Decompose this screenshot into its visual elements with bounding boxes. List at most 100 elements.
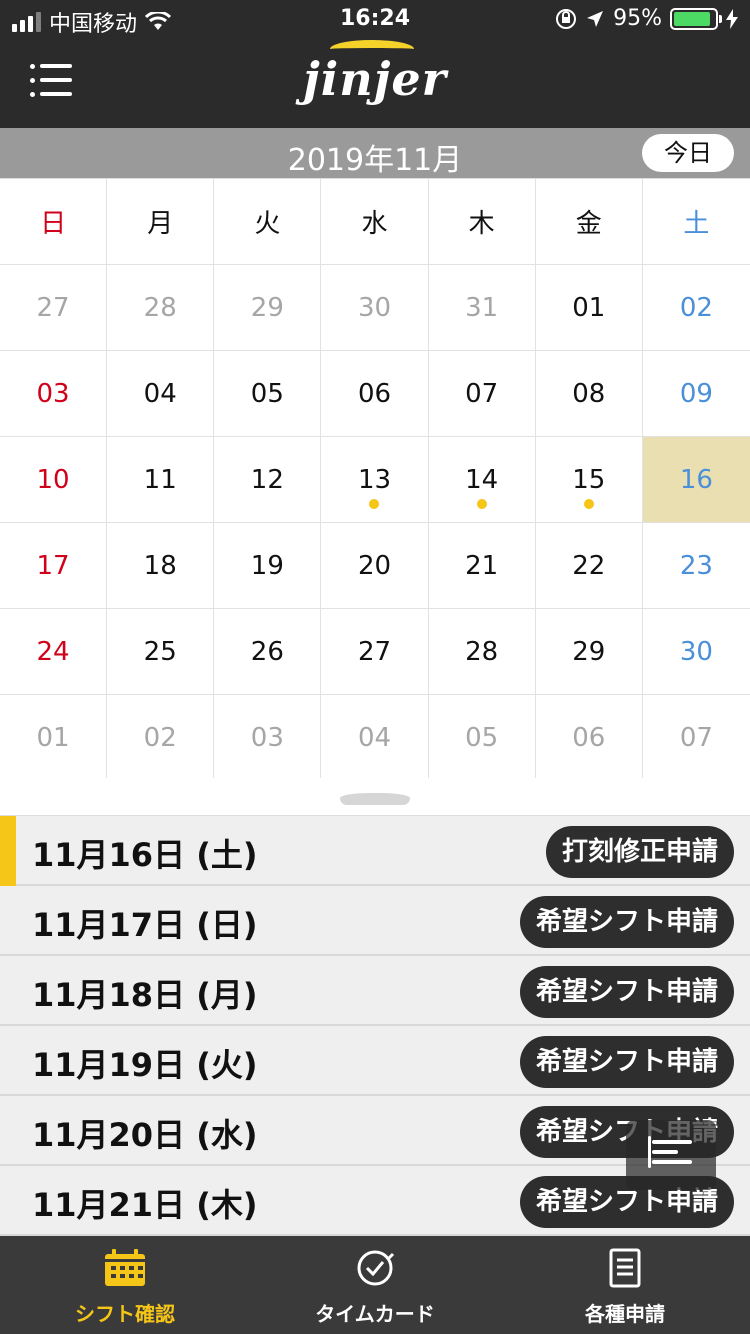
tab-shift[interactable]: シフト確認 — [0, 1236, 250, 1334]
calendar-day[interactable]: 06 — [535, 695, 643, 781]
calendar-day[interactable]: 30 — [642, 609, 750, 695]
calendar-day[interactable]: 12 — [214, 437, 322, 523]
calendar-day-number: 03 — [250, 722, 284, 753]
weekday-header: 火 — [214, 179, 322, 265]
calendar-day[interactable]: 15 — [535, 437, 643, 523]
calendar-day-number: 16 — [679, 464, 713, 495]
calendar-day[interactable]: 17 — [0, 523, 108, 609]
tab-timecard-label: タイムカード — [315, 1302, 435, 1326]
calendar-day[interactable]: 26 — [214, 609, 322, 695]
request-button[interactable]: 希望シフト申請 — [519, 896, 734, 948]
calendar-day[interactable]: 02 — [642, 265, 750, 351]
status-bar: 中国移动 16:24 95% — [0, 0, 750, 40]
location-arrow-icon — [587, 10, 604, 27]
tab-timecard[interactable]: タイムカード — [250, 1236, 500, 1334]
top-bar: 中国移动 16:24 95% jinjer — [0, 0, 750, 128]
calendar-day-number: 10 — [36, 464, 70, 495]
calendar-day[interactable]: 18 — [107, 523, 215, 609]
calendar-day[interactable]: 08 — [535, 351, 643, 437]
shift-list-row[interactable]: 11月18日 (月) 希望シフト申請 — [0, 956, 750, 1026]
calendar-day[interactable]: 13 — [321, 437, 429, 523]
text-align-icon[interactable] — [626, 1120, 716, 1190]
calendar-day[interactable]: 23 — [642, 523, 750, 609]
calendar-day-number: 01 — [36, 722, 70, 753]
calendar-grid: 日月火水木金土 27 28 29 30 31 01 02 03 04 05 06 07 08 09 10 11 1… — [0, 178, 750, 781]
calendar-day[interactable]: 19 — [214, 523, 322, 609]
shift-indicator-dot — [369, 499, 380, 509]
calendar-day-number: 05 — [465, 722, 499, 753]
calendar-day[interactable]: 27 — [0, 265, 108, 351]
clock-check-icon — [357, 1250, 395, 1286]
calendar-day-number: 26 — [250, 636, 284, 667]
calendar-day-number: 09 — [679, 378, 713, 409]
calendar-day[interactable]: 25 — [107, 609, 215, 695]
calendar-day-number: 21 — [465, 550, 499, 581]
calendar-day[interactable]: 29 — [535, 609, 643, 695]
request-button[interactable]: 打刻修正申請 — [545, 826, 734, 878]
calendar-day-number: 15 — [572, 464, 606, 495]
calendar-day[interactable]: 01 — [0, 695, 108, 781]
calendar-day[interactable]: 05 — [214, 351, 322, 437]
tab-requests[interactable]: 各種申請 — [500, 1236, 750, 1334]
calendar-day[interactable]: 20 — [321, 523, 429, 609]
calendar-day-number: 11 — [143, 464, 177, 495]
request-button[interactable]: 希望シフト申請 — [519, 966, 734, 1018]
calendar-day-number: 27 — [357, 636, 392, 667]
calendar-day-number: 28 — [143, 292, 177, 323]
calendar-day[interactable]: 07 — [642, 695, 750, 781]
calendar-day[interactable]: 29 — [214, 265, 322, 351]
shift-list-row[interactable]: 11月19日 (火) 希望シフト申請 — [0, 1026, 750, 1096]
calendar-day[interactable]: 01 — [535, 265, 643, 351]
calendar-day[interactable]: 16 — [642, 437, 750, 523]
calendar-day[interactable]: 04 — [321, 695, 429, 781]
shift-date: 11月21日 (木) — [32, 1186, 258, 1224]
calendar-day-number: 06 — [357, 378, 392, 409]
calendar-day-number: 05 — [250, 378, 284, 409]
calendar-day[interactable]: 27 — [321, 609, 429, 695]
calendar-day[interactable]: 28 — [107, 265, 215, 351]
shift-date: 11月19日 (火) — [32, 1046, 258, 1084]
calendar-day-number: 06 — [572, 722, 606, 753]
shift-list-row[interactable]: 11月17日 (日) 希望シフト申請 — [0, 886, 750, 956]
calendar-day-number: 19 — [250, 550, 284, 581]
shift-date: 11月17日 (日) — [32, 906, 258, 944]
month-bar: 2019年11月 今日 — [0, 128, 750, 178]
calendar-day-number: 12 — [250, 464, 284, 495]
weekday-header: 月 — [107, 179, 215, 265]
calendar-day[interactable]: 10 — [0, 437, 108, 523]
calendar-day-number: 28 — [465, 636, 499, 667]
calendar-day-number: 30 — [357, 292, 392, 323]
calendar-day-number: 20 — [357, 550, 392, 581]
calendar-day[interactable]: 04 — [107, 351, 215, 437]
shift-indicator-dot — [476, 499, 487, 509]
document-icon — [609, 1248, 641, 1288]
shift-list-row[interactable]: 11月16日 (土) 打刻修正申請 — [0, 816, 750, 886]
calendar-day[interactable]: 28 — [428, 609, 536, 695]
drawer-handle[interactable] — [340, 793, 410, 805]
orientation-lock-icon — [556, 8, 577, 29]
charging-bolt-icon — [726, 8, 738, 29]
calendar-day[interactable]: 05 — [428, 695, 536, 781]
calendar-day[interactable]: 03 — [214, 695, 322, 781]
calendar-day[interactable]: 09 — [642, 351, 750, 437]
calendar-day-number: 02 — [143, 722, 177, 753]
calendar-day-number: 23 — [679, 550, 713, 581]
calendar-day-number: 31 — [465, 292, 499, 323]
calendar-day[interactable]: 21 — [428, 523, 536, 609]
today-button[interactable]: 今日 — [642, 134, 734, 172]
calendar-day[interactable]: 14 — [428, 437, 536, 523]
calendar-day[interactable]: 31 — [428, 265, 536, 351]
calendar-icon — [105, 1249, 145, 1286]
calendar-day[interactable]: 22 — [535, 523, 643, 609]
battery-icon — [670, 7, 722, 30]
calendar-day-number: 07 — [679, 722, 713, 753]
calendar-day[interactable]: 30 — [321, 265, 429, 351]
calendar-day[interactable]: 03 — [0, 351, 108, 437]
drawer-handle-area — [0, 778, 750, 816]
request-button[interactable]: 希望シフト申請 — [519, 1036, 734, 1088]
calendar-day[interactable]: 02 — [107, 695, 215, 781]
calendar-day[interactable]: 07 — [428, 351, 536, 437]
calendar-day[interactable]: 11 — [107, 437, 215, 523]
calendar-day[interactable]: 06 — [321, 351, 429, 437]
calendar-day[interactable]: 24 — [0, 609, 108, 695]
